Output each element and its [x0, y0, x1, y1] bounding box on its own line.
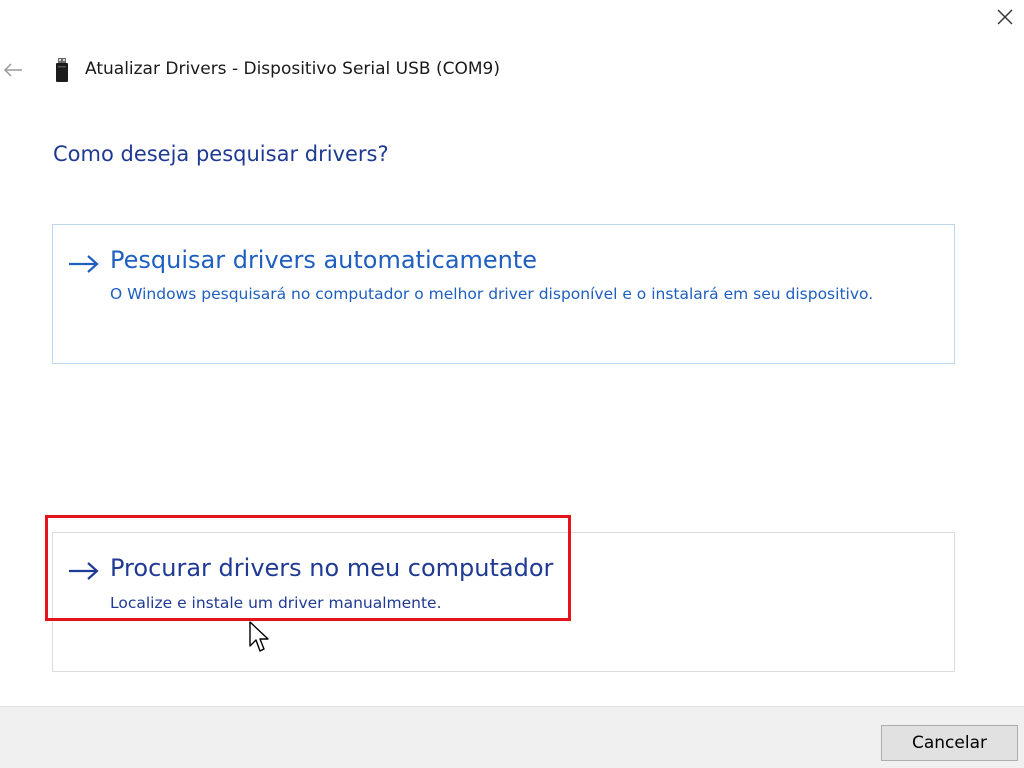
- dialog-footer: Cancelar: [0, 706, 1024, 768]
- option-title: Pesquisar drivers automaticamente: [110, 246, 538, 274]
- mouse-pointer-icon: [249, 621, 269, 652]
- search-automatically-option[interactable]: Pesquisar drivers automaticamente O Wind…: [52, 224, 955, 364]
- option-description: O Windows pesquisará no computador o mel…: [110, 285, 874, 303]
- page-question: Como deseja pesquisar drivers?: [53, 142, 389, 166]
- update-drivers-dialog: Atualizar Drivers - Dispositivo Serial U…: [0, 0, 1024, 768]
- option-description: Localize e instale um driver manualmente…: [110, 594, 442, 612]
- option-title: Procurar drivers no meu computador: [110, 554, 554, 582]
- arrow-right-icon: [69, 255, 99, 273]
- back-button[interactable]: [0, 55, 26, 85]
- cancel-button[interactable]: Cancelar: [881, 725, 1018, 761]
- dialog-title: Atualizar Drivers - Dispositivo Serial U…: [85, 59, 500, 79]
- arrow-right-icon: [69, 562, 99, 580]
- back-arrow-icon: [3, 63, 22, 77]
- browse-computer-option[interactable]: Procurar drivers no meu computador Local…: [52, 532, 955, 672]
- close-icon: [997, 9, 1013, 25]
- usb-serial-device-icon: [56, 58, 68, 82]
- close-button[interactable]: [992, 4, 1018, 30]
